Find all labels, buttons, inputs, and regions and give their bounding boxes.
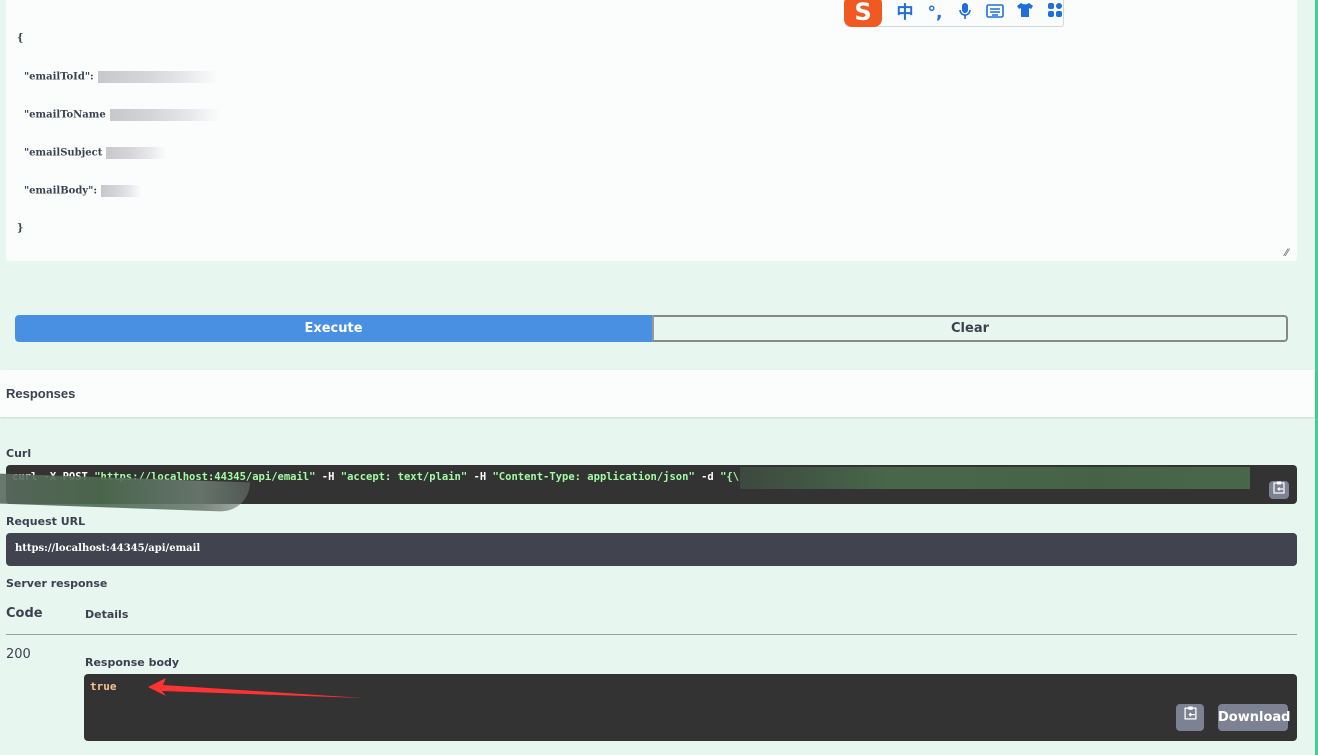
body-line: }: [17, 222, 24, 234]
toolbox-icon[interactable]: [1040, 2, 1070, 24]
download-button[interactable]: Download: [1218, 704, 1290, 731]
body-line: "emailSubject: [17, 146, 1286, 160]
body-line: {: [17, 33, 24, 44]
server-response-label: Server response: [6, 577, 108, 590]
clear-button[interactable]: Clear: [652, 315, 1288, 342]
table-divider: [6, 634, 1297, 635]
execute-actions: Execute Clear: [15, 315, 1288, 342]
execute-button[interactable]: Execute: [15, 315, 652, 342]
details-column-header: Details: [85, 608, 129, 621]
annotation-arrow-icon: [148, 678, 363, 698]
microphone-icon[interactable]: [950, 2, 980, 24]
clipboard-icon: [1183, 706, 1197, 720]
sogou-logo-icon[interactable]: S: [844, 0, 882, 27]
body-line: "emailBody":: [17, 184, 1286, 198]
copy-response-button[interactable]: [1176, 704, 1204, 731]
skin-icon[interactable]: [1010, 2, 1040, 24]
request-body-textarea[interactable]: { "emailToId": "emailToName "emailSubjec…: [6, 0, 1297, 261]
responses-section-title: Responses: [0, 370, 1315, 417]
code-column-header: Code: [6, 606, 43, 621]
chinese-mode-icon[interactable]: 中: [890, 2, 920, 24]
redaction-blur: [106, 146, 167, 159]
redaction-blur: [101, 184, 142, 197]
clipboard-icon: [1273, 481, 1285, 494]
curl-label: Curl: [6, 447, 32, 460]
redaction-mask: [740, 467, 1250, 489]
request-url-label: Request URL: [6, 515, 86, 528]
punctuation-icon[interactable]: °,: [920, 2, 950, 24]
resize-handle-icon[interactable]: ⁄⁄: [1285, 249, 1295, 259]
body-line: "emailToId":: [17, 70, 1286, 84]
response-body-value: true: [90, 680, 117, 693]
ime-toolbar[interactable]: S 中 °,: [844, 0, 1064, 27]
copy-curl-button[interactable]: [1269, 481, 1289, 499]
keyboard-icon[interactable]: [980, 2, 1010, 24]
redaction-blur: [97, 70, 218, 83]
panel-gutter: [1297, 0, 1315, 370]
status-code: 200: [6, 647, 31, 662]
redaction-blur: [109, 108, 220, 121]
body-line: "emailToName: [17, 108, 1286, 122]
response-body-label: Response body: [85, 656, 180, 669]
request-url-value: https://localhost:44345/api/email: [6, 533, 1297, 566]
